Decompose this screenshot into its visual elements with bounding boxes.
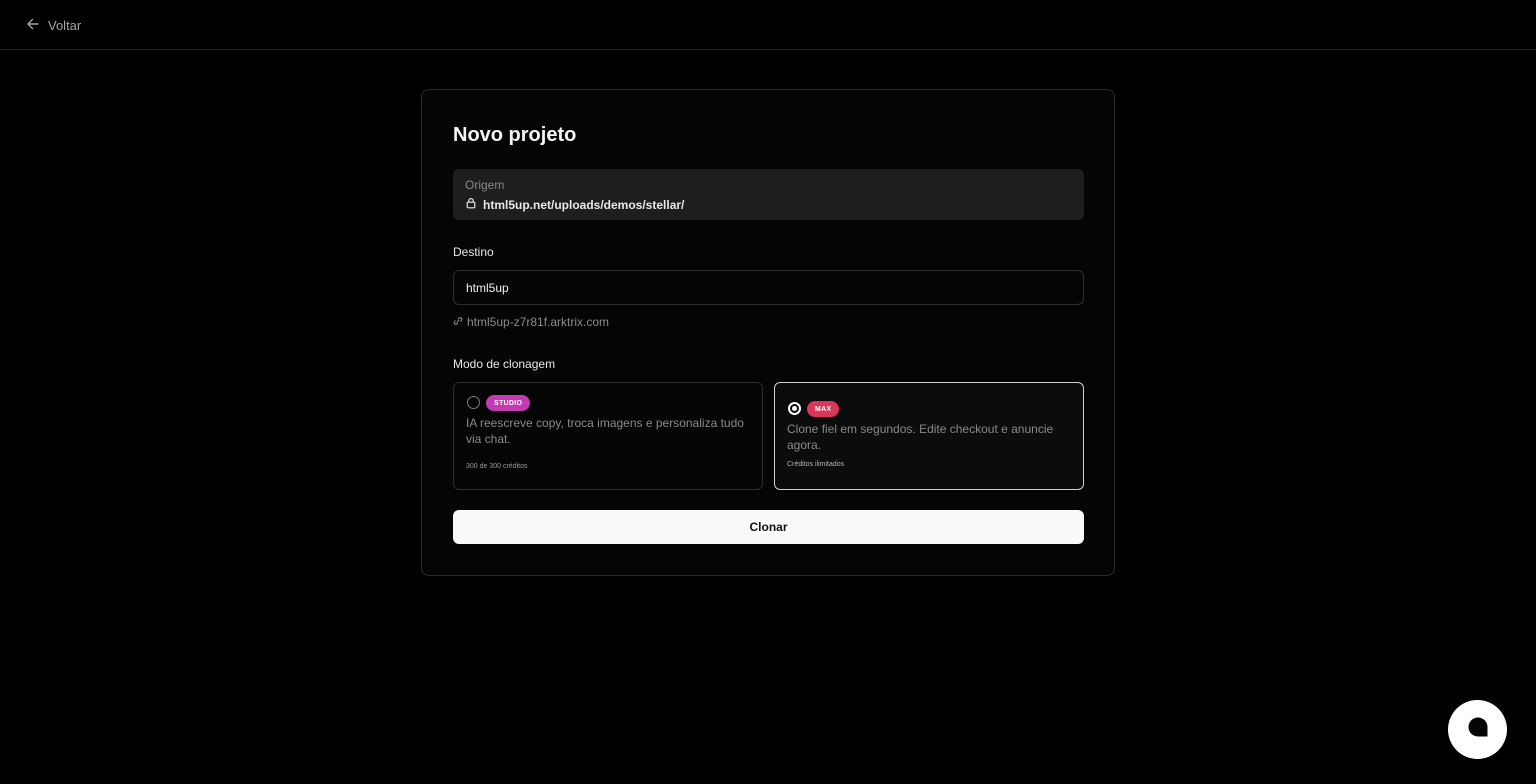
studio-credits: 300 de 300 créditos bbox=[466, 463, 528, 470]
top-bar: Voltar bbox=[0, 0, 1536, 50]
clone-button[interactable]: Clonar bbox=[453, 510, 1084, 544]
clone-mode-label: Modo de clonagem bbox=[453, 357, 556, 371]
origin-label: Origem bbox=[465, 178, 505, 192]
studio-radio[interactable] bbox=[467, 396, 480, 409]
mode-option-studio[interactable]: STUDIO IA reescreve copy, troca imagens … bbox=[453, 382, 763, 490]
studio-description: IA reescreve copy, troca imagens e perso… bbox=[466, 416, 744, 446]
arrow-left-icon bbox=[26, 17, 40, 34]
destination-url: html5up-z7r81f.arktrix.com bbox=[453, 315, 609, 329]
mode-option-max[interactable]: MAX Clone fiel em segundos. Edite checko… bbox=[774, 382, 1084, 490]
max-credits: Créditos ilimitados bbox=[787, 461, 845, 468]
chat-bubble-icon bbox=[1467, 716, 1489, 743]
link-icon bbox=[453, 315, 463, 329]
lock-icon bbox=[465, 197, 477, 212]
destination-label: Destino bbox=[453, 245, 494, 259]
new-project-card: Novo projeto Origem html5up.net/uploads/… bbox=[421, 89, 1115, 576]
studio-badge: STUDIO bbox=[486, 395, 531, 411]
max-badge: MAX bbox=[807, 401, 840, 417]
origin-value: html5up.net/uploads/demos/stellar/ bbox=[465, 197, 684, 212]
origin-url: html5up.net/uploads/demos/stellar/ bbox=[483, 197, 685, 212]
destination-input[interactable] bbox=[453, 270, 1084, 305]
destination-url-text: html5up-z7r81f.arktrix.com bbox=[467, 315, 610, 329]
back-label: Voltar bbox=[48, 17, 82, 33]
chat-button[interactable] bbox=[1448, 700, 1507, 759]
max-radio[interactable] bbox=[788, 402, 801, 415]
page-title: Novo projeto bbox=[453, 124, 577, 146]
back-link[interactable]: Voltar bbox=[26, 14, 81, 36]
max-description: Clone fiel em segundos. Edite checkout e… bbox=[787, 422, 1054, 452]
origin-box: Origem html5up.net/uploads/demos/stellar… bbox=[453, 169, 1084, 220]
